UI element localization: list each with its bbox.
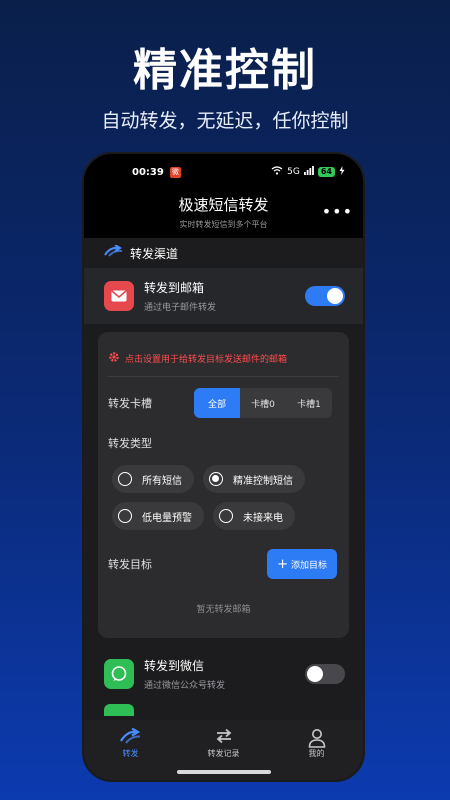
notification-badge: 微 [169, 166, 181, 178]
type-option-label: 精准控制短信 [233, 475, 293, 487]
email-channel-row[interactable]: 转发到邮箱 通过电子邮件转发 [84, 268, 363, 324]
email-setup-hint[interactable]: 点击设置用于给转发目标发送邮件的邮箱 [108, 332, 339, 370]
swap-icon [215, 728, 233, 748]
type-options: 所有短信 精准控制短信 低电量预警 未接来电 [108, 465, 339, 530]
wechat-icon [104, 659, 134, 689]
tab-label: 转发记录 [207, 749, 240, 758]
section-title: 转发渠道 [130, 246, 179, 261]
section-header: 转发渠道 [84, 238, 363, 268]
signal-icon [303, 166, 314, 178]
home-indicator[interactable] [176, 770, 271, 774]
user-icon [308, 728, 326, 748]
toggle-knob [327, 288, 343, 304]
type-label: 转发类型 [108, 437, 152, 450]
battery-level: 64 [317, 167, 335, 177]
type-option-label: 未接来电 [243, 512, 283, 524]
target-row: 转发目标 + 添加目标 [108, 548, 339, 580]
mail-icon [104, 281, 134, 311]
empty-target-text: 暂无转发邮箱 [196, 605, 251, 615]
wechat-toggle[interactable] [305, 664, 345, 684]
charging-icon [339, 166, 345, 178]
slot-option-1[interactable]: 卡槽1 [286, 388, 332, 418]
wechat-channel-title: 转发到微信 [144, 659, 205, 673]
type-option-label: 低电量预警 [142, 512, 192, 524]
wifi-icon [271, 166, 283, 178]
divider [108, 376, 339, 377]
forward-icon [119, 727, 143, 748]
wechat-channel-row[interactable]: 转发到微信 通过微信公众号转发 [84, 646, 363, 702]
phone-frame: 00:39 微 5G 64 极速短信转发 实时转发短信到多个平台 ••• 转发渠… [82, 152, 365, 782]
slot-label: 转发卡槽 [108, 397, 152, 410]
slot-row: 转发卡槽 全部 卡槽0 卡槽1 [108, 381, 339, 425]
email-channel-desc: 通过电子邮件转发 [144, 303, 217, 313]
promo-title: 精准控制 [133, 45, 317, 96]
status-time: 00:39 [132, 166, 164, 178]
plus-icon: + [277, 556, 288, 572]
add-target-button[interactable]: + 添加目标 [267, 549, 337, 579]
radio-checked-icon [209, 472, 223, 486]
radio-icon [118, 472, 132, 486]
slot-option-0[interactable]: 卡槽0 [240, 388, 286, 418]
tab-profile[interactable]: 我的 [270, 720, 363, 780]
next-channel-icon [104, 704, 134, 716]
add-target-label: 添加目标 [290, 560, 327, 571]
tab-label: 我的 [308, 749, 325, 758]
type-option-precise-sms[interactable]: 精准控制短信 [203, 465, 305, 493]
gear-icon [108, 351, 120, 366]
email-toggle[interactable] [305, 286, 345, 306]
network-label: 5G [287, 167, 300, 177]
tab-label: 转发 [122, 749, 139, 758]
target-label: 转发目标 [108, 558, 152, 571]
more-menu-button[interactable]: ••• [322, 202, 353, 221]
tab-bar: 转发 转发记录 我的 [84, 720, 363, 780]
slot-option-all[interactable]: 全部 [194, 388, 240, 418]
type-option-label: 所有短信 [142, 475, 182, 487]
slot-selector: 全部 卡槽0 卡槽1 [194, 388, 332, 418]
app-header: 极速短信转发 实时转发短信到多个平台 ••• [84, 190, 363, 238]
toggle-knob [307, 666, 323, 682]
forward-icon [104, 244, 124, 261]
status-indicators: 5G 64 [271, 166, 345, 178]
main-content[interactable]: 转发渠道 转发到邮箱 通过电子邮件转发 点击设置用于给转发目标发送邮件的邮箱 转… [84, 238, 363, 720]
type-option-low-battery[interactable]: 低电量预警 [112, 502, 204, 530]
radio-icon [118, 509, 132, 523]
promo-subtitle: 自动转发，无延迟，任你控制 [101, 110, 349, 132]
type-option-all-sms[interactable]: 所有短信 [112, 465, 194, 493]
status-bar: 00:39 微 5G 64 [84, 154, 363, 190]
radio-icon [219, 509, 233, 523]
type-option-missed-call[interactable]: 未接来电 [213, 502, 295, 530]
app-screen: 00:39 微 5G 64 极速短信转发 实时转发短信到多个平台 ••• 转发渠… [84, 154, 363, 780]
wechat-channel-desc: 通过微信公众号转发 [144, 681, 226, 691]
hint-text: 点击设置用于给转发目标发送邮件的邮箱 [125, 354, 288, 365]
email-settings-card: 点击设置用于给转发目标发送邮件的邮箱 转发卡槽 全部 卡槽0 卡槽1 转发类型 [98, 332, 349, 638]
email-channel-title: 转发到邮箱 [144, 281, 205, 295]
tab-forward[interactable]: 转发 [84, 720, 177, 780]
